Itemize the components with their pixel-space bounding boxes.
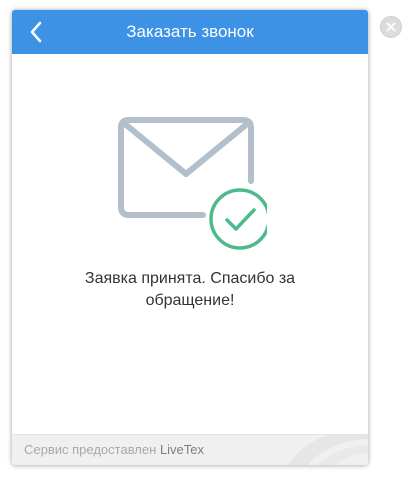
envelope-check-icon [118, 117, 267, 250]
footer-credit: Сервис предоставлен LiveTex [24, 442, 204, 457]
close-button[interactable] [380, 16, 402, 38]
widget-title: Заказать звонок [126, 22, 254, 41]
footer-decoration [288, 435, 368, 465]
chevron-left-icon [30, 21, 42, 43]
confirmation-message: Заявка принята. Спасибо за обращение! [84, 270, 296, 309]
close-icon [386, 22, 396, 32]
widget-footer: Сервис предоставлен LiveTex [12, 434, 368, 465]
stage: Заказать звонок Заявка принята. Спасибо … [0, 0, 415, 482]
back-button[interactable] [18, 14, 54, 50]
callback-widget: Заказать звонок Заявка принята. Спасибо … [12, 10, 368, 465]
footer-prefix: Сервис предоставлен [24, 442, 157, 457]
widget-header: Заказать звонок [12, 10, 368, 54]
footer-brand-link[interactable]: LiveTex [160, 442, 204, 457]
